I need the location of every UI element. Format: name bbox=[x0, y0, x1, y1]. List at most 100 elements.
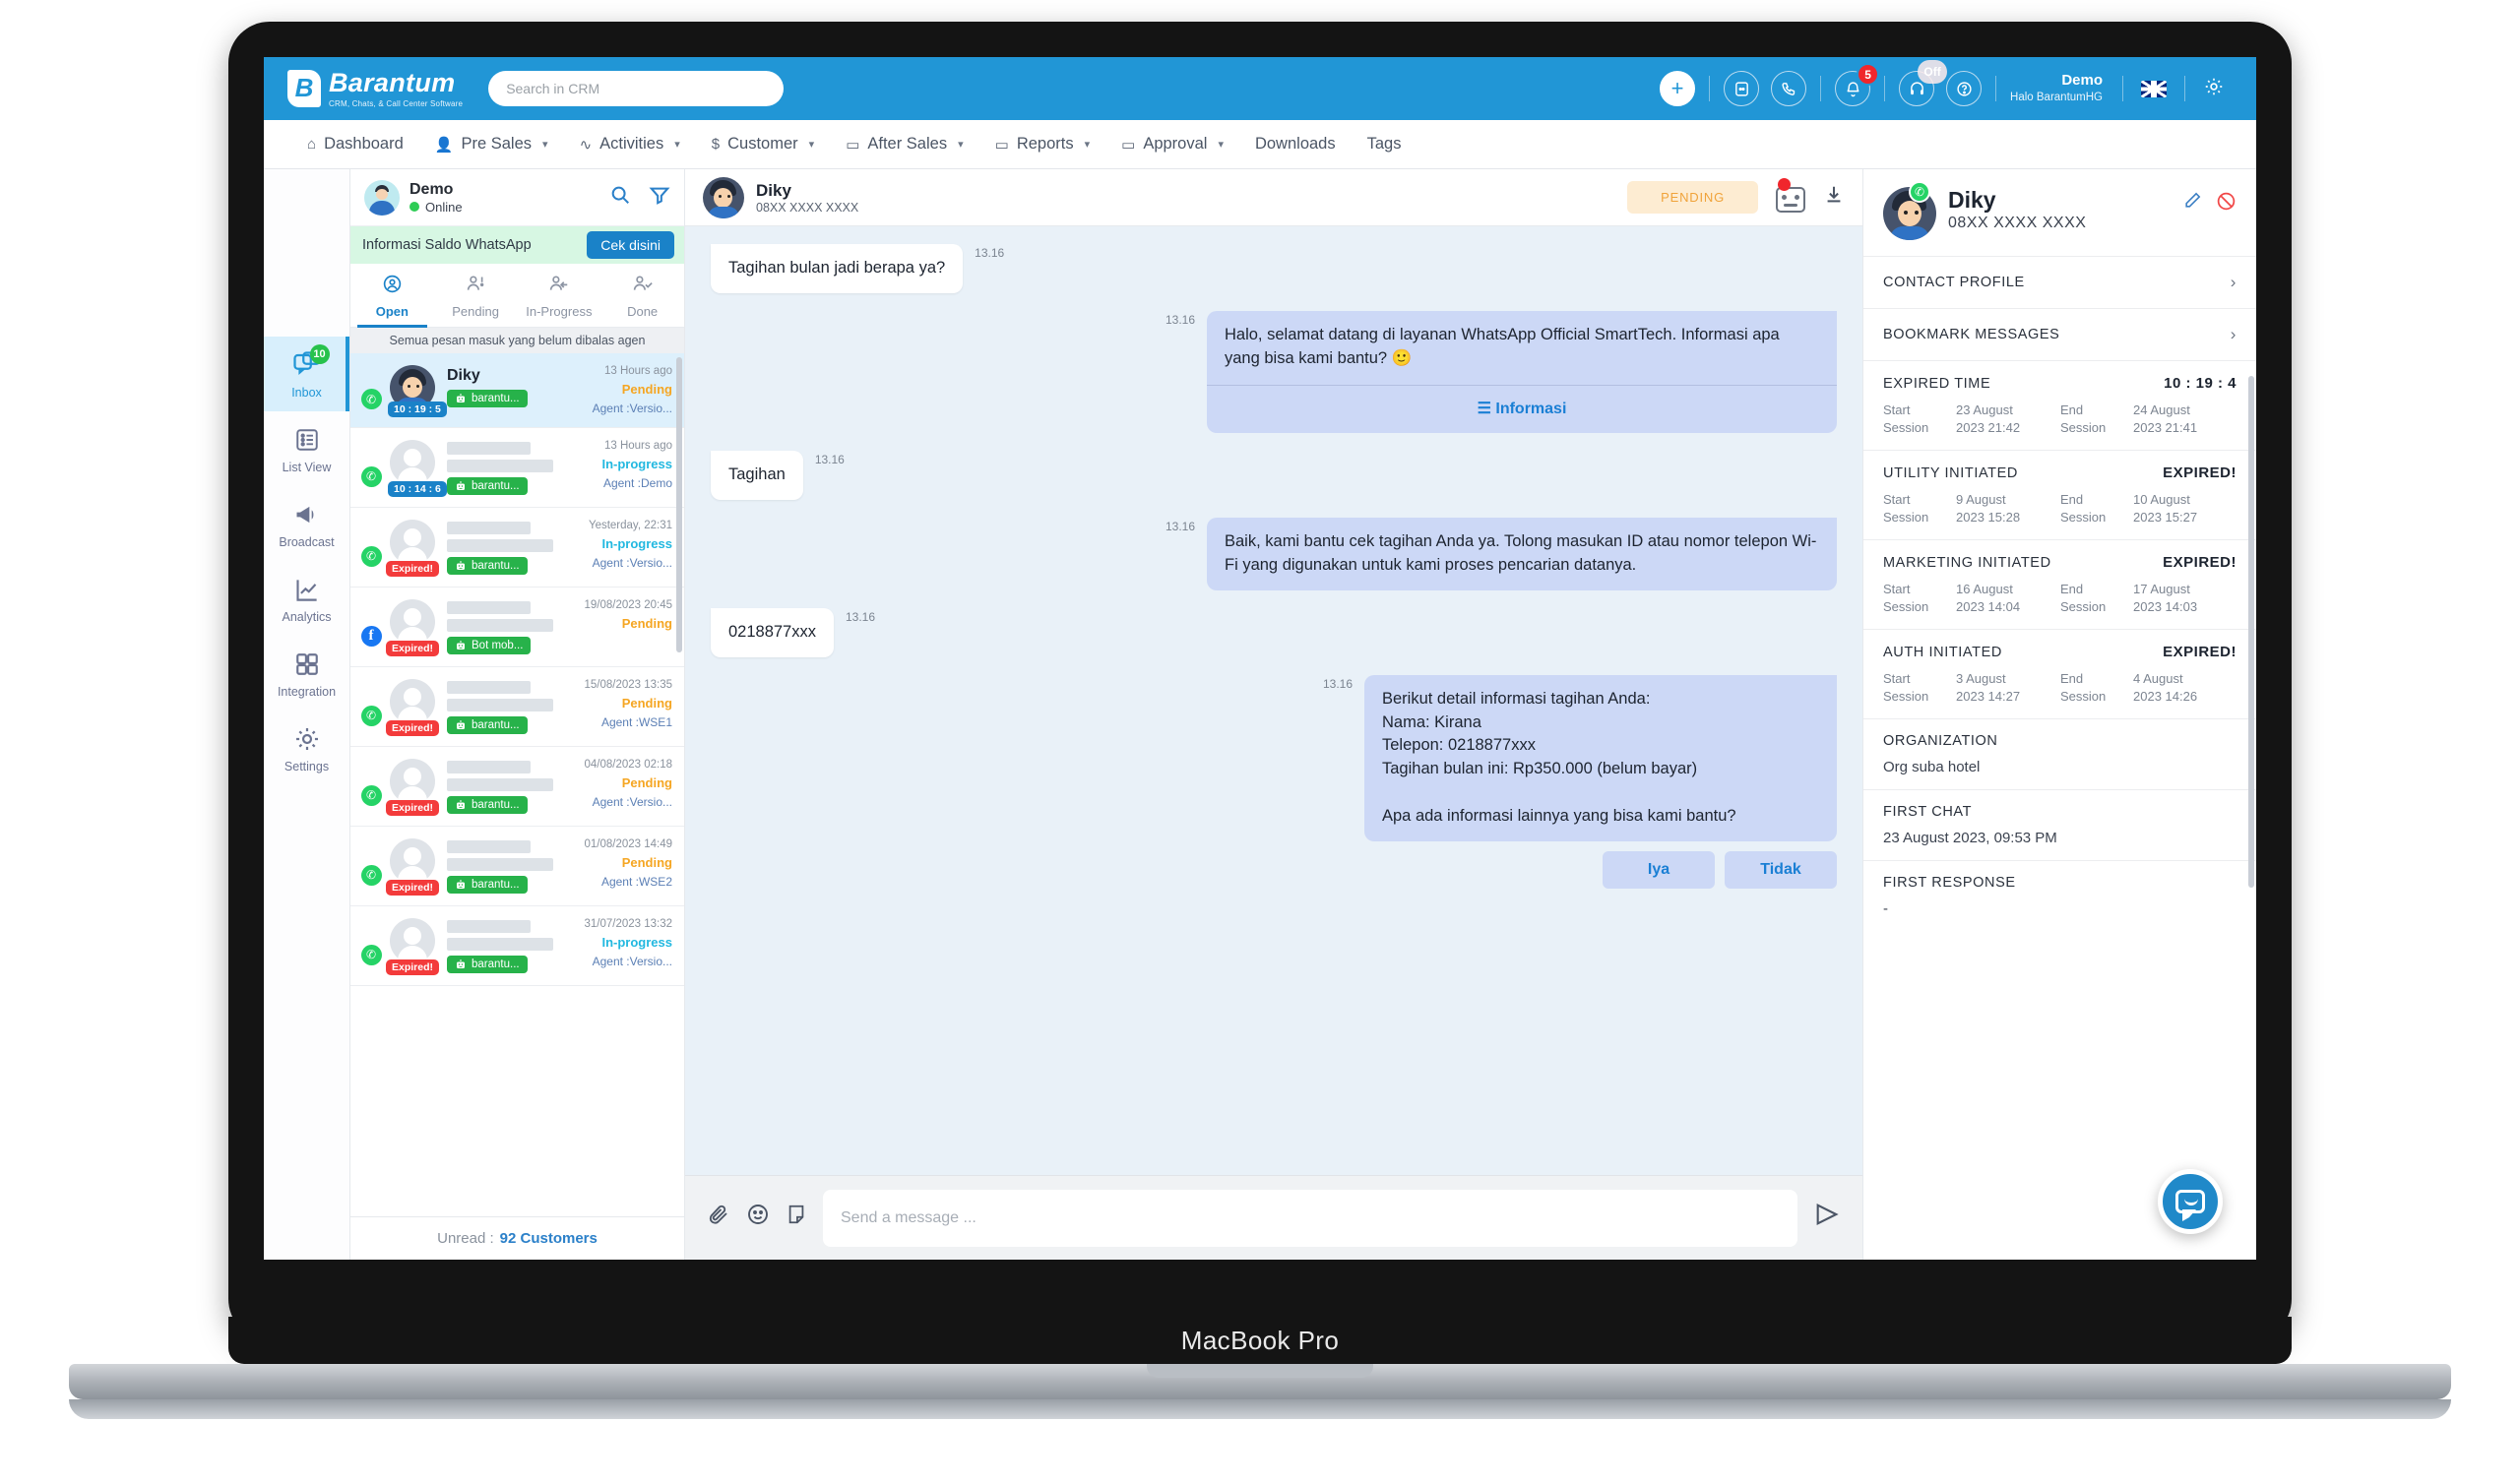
end-session-label: End Session bbox=[2060, 582, 2107, 614]
message-timestamp: 13.16 bbox=[846, 609, 876, 624]
nav-label: Dashboard bbox=[324, 135, 404, 153]
chat-list-item[interactable]: f Expired! Bot mob... 19/08/2023 20:45 Pendi… bbox=[350, 587, 684, 667]
chat-list-item[interactable]: ✆ Expired! barantu... Yesterday, 22:31 In-pr… bbox=[350, 508, 684, 587]
chat-list-item[interactable]: ✆ Expired! barantu... 15/08/2023 13:35 Pendi… bbox=[350, 667, 684, 747]
user-menu[interactable]: Demo Halo BarantumHG bbox=[2010, 72, 2103, 104]
message-icon[interactable] bbox=[1724, 71, 1760, 106]
chat-agent: Agent :Demo bbox=[602, 476, 672, 490]
outgoing-message: Baik, kami bantu cek tagihan Anda ya. To… bbox=[1207, 517, 1837, 590]
note-icon[interactable] bbox=[786, 1204, 807, 1232]
brand-tagline: CRM, Chats, & Call Center Software bbox=[329, 98, 464, 108]
session-value: EXPIRED! bbox=[2163, 554, 2236, 572]
tab-open[interactable]: Open bbox=[350, 264, 434, 328]
sidebar-item-broadcast[interactable]: Broadcast bbox=[264, 486, 349, 561]
nav-item-pre-sales[interactable]: 👤 Pre Sales ▾ bbox=[419, 120, 564, 168]
paperclip-icon[interactable] bbox=[707, 1203, 730, 1233]
phone-icon[interactable] bbox=[1771, 71, 1807, 106]
chat-agent: Agent :Versio... bbox=[592, 556, 672, 570]
contact-field: FIRST CHAT 23 August 2023, 09:53 PM bbox=[1863, 789, 2256, 860]
filter-icon[interactable] bbox=[649, 184, 670, 212]
sidebar-item-list-view[interactable]: List View bbox=[264, 411, 349, 486]
chat-list[interactable]: ✆ 10 : 19 : 5 Diky barantu... 13 Hours ago Pe… bbox=[350, 353, 684, 1216]
global-search[interactable] bbox=[488, 71, 785, 106]
message-bubble-wrapper: Halo, selamat datang di layanan WhatsApp… bbox=[1207, 310, 1837, 433]
tab-pending[interactable]: Pending bbox=[434, 264, 518, 327]
chat-agent: Agent :Versio... bbox=[592, 955, 672, 968]
nav-item-reports[interactable]: ▭ Reports ▾ bbox=[979, 120, 1106, 168]
contact-link-bookmark-messages[interactable]: BOOKMARK MESSAGES › bbox=[1863, 308, 2256, 360]
topbar-actions: + 5 Off Demo Halo BarantumHG bbox=[1654, 60, 2233, 106]
bell-icon[interactable]: 5 bbox=[1835, 63, 1880, 106]
contact-field: ORGANIZATION Org suba hotel bbox=[1863, 718, 2256, 789]
check-balance-button[interactable]: Cek disini bbox=[587, 231, 674, 259]
nav-item-tags[interactable]: Tags bbox=[1352, 120, 1418, 168]
divider bbox=[2184, 76, 2185, 101]
nav-item-customer[interactable]: $ Customer ▾ bbox=[696, 120, 830, 168]
contact-link-contact-profile[interactable]: CONTACT PROFILE › bbox=[1863, 256, 2256, 308]
bot-icon[interactable] bbox=[1776, 177, 1805, 215]
top-bar: B Barantum CRM, Chats, & Call Center Sof… bbox=[264, 57, 2256, 120]
chat-widget-button[interactable] bbox=[2158, 1169, 2223, 1234]
tab-in-progress[interactable]: In-Progress bbox=[518, 264, 601, 327]
masked-preview bbox=[447, 539, 553, 552]
expired-badge: Expired! bbox=[386, 561, 440, 577]
chevron-down-icon: ▾ bbox=[1084, 139, 1091, 151]
message-timestamp: 13.16 bbox=[814, 452, 845, 466]
channel-icon: ✆ bbox=[360, 365, 382, 415]
nav-item-dashboard[interactable]: ⌂ Dashboard bbox=[291, 120, 419, 168]
emoji-icon[interactable] bbox=[746, 1203, 770, 1233]
nav-label: Activities bbox=[599, 135, 664, 153]
bot-icon bbox=[457, 641, 465, 649]
bot-tag: Bot mob... bbox=[447, 637, 532, 654]
search-icon[interactable] bbox=[609, 184, 631, 212]
chat-list-item[interactable]: ✆ 10 : 19 : 5 Diky barantu... 13 Hours ago Pe… bbox=[350, 353, 684, 428]
end-session-value: 24 August 2023 21:41 bbox=[2133, 402, 2198, 435]
right-panel-scrollbar[interactable] bbox=[2248, 376, 2254, 888]
chat-list-item[interactable]: ✆ Expired! barantu... 01/08/2023 14:49 Pendi… bbox=[350, 827, 684, 906]
quick-reply-iya[interactable]: Iya bbox=[1603, 851, 1715, 890]
bell-badge: 5 bbox=[1857, 63, 1880, 86]
sidebar-item-integration[interactable]: Integration bbox=[264, 636, 349, 711]
chat-list-item[interactable]: ✆ Expired! barantu... 31/07/2023 13:32 In-pr… bbox=[350, 906, 684, 986]
chat-list-scrollbar[interactable] bbox=[676, 357, 682, 652]
sidebar-item-inbox[interactable]: 10 Inbox bbox=[264, 337, 349, 411]
quick-reply-tidak[interactable]: Tidak bbox=[1725, 851, 1837, 890]
bot-tag: barantu... bbox=[447, 876, 528, 894]
session-section: UTILITY INITIATED EXPIRED! Start Session 9 A… bbox=[1863, 450, 2256, 539]
chat-timestamp: 15/08/2023 13:35 bbox=[584, 679, 672, 691]
add-button[interactable]: + bbox=[1660, 71, 1696, 106]
nav-item-activities[interactable]: ∿ Activities ▾ bbox=[564, 120, 696, 168]
pencil-icon[interactable] bbox=[2183, 191, 2202, 217]
search-input[interactable] bbox=[506, 81, 767, 96]
help-icon[interactable] bbox=[1946, 71, 1983, 106]
tab-done[interactable]: Done bbox=[600, 264, 684, 327]
chat-list-item[interactable]: ✆ 10 : 14 : 6 barantu... 13 Hours ago In-pro… bbox=[350, 428, 684, 508]
chat-list-item[interactable]: ✆ Expired! barantu... 04/08/2023 02:18 Pendi… bbox=[350, 747, 684, 827]
sidebar-item-analytics[interactable]: Analytics bbox=[264, 561, 349, 636]
megaphone-icon bbox=[292, 500, 322, 529]
nav-item-approval[interactable]: ▭ Approval ▾ bbox=[1105, 120, 1239, 168]
divider bbox=[1995, 76, 1997, 101]
headset-icon[interactable]: Off bbox=[1899, 60, 1948, 106]
message-list[interactable]: Tagihan bulan jadi berapa ya? 13.16 13.16 H… bbox=[685, 226, 1862, 1175]
masked-preview bbox=[447, 778, 553, 791]
brand-logo[interactable]: B Barantum CRM, Chats, & Call Center Sof… bbox=[287, 69, 464, 108]
sidebar-item-settings[interactable]: Settings bbox=[264, 711, 349, 785]
download-icon[interactable] bbox=[1823, 184, 1845, 212]
message-input-wrapper[interactable] bbox=[823, 1189, 1797, 1247]
message-input[interactable] bbox=[841, 1208, 1780, 1227]
end-session-label: End Session bbox=[2060, 671, 2107, 704]
nav-item-after-sales[interactable]: ▭ After Sales ▾ bbox=[830, 120, 978, 168]
block-icon[interactable] bbox=[2216, 191, 2236, 217]
session-timer-badge: 10 : 14 : 6 bbox=[388, 481, 447, 497]
divider bbox=[1709, 76, 1711, 101]
send-icon[interactable] bbox=[1813, 1201, 1841, 1235]
gear-icon[interactable] bbox=[2203, 76, 2225, 102]
channel-icon: ✆ bbox=[360, 838, 382, 894]
nav-label: Customer bbox=[727, 135, 798, 153]
message-action-link[interactable]: ☰ Informasi bbox=[1207, 384, 1837, 420]
nav-item-downloads[interactable]: Downloads bbox=[1239, 120, 1352, 168]
uk-flag-icon[interactable] bbox=[2141, 80, 2167, 97]
unread-count: 92 Customers bbox=[499, 1230, 598, 1247]
message-text: Tagihan bbox=[728, 464, 786, 483]
